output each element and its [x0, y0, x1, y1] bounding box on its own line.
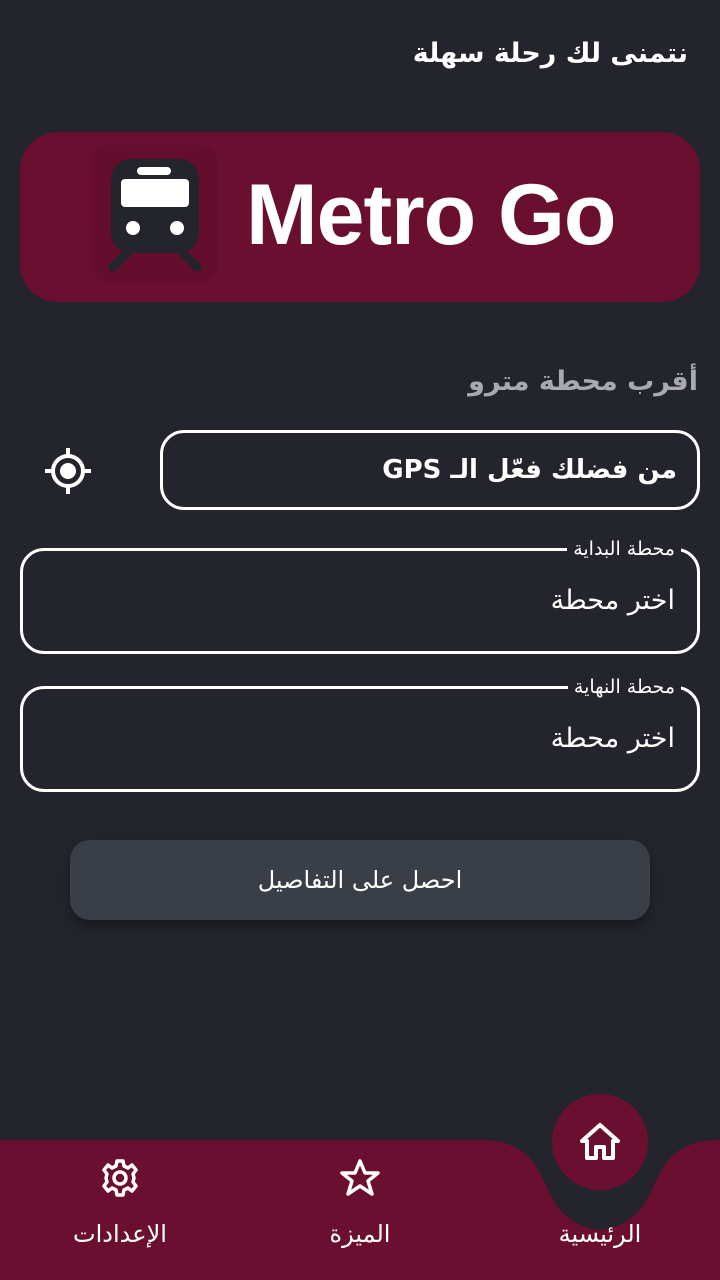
- greeting-text: نتمنى لك رحلة سهلة: [412, 38, 688, 69]
- nav-settings[interactable]: الإعدادات: [20, 1130, 220, 1270]
- start-station-legend: محطة البداية: [567, 537, 681, 561]
- train-icon: [91, 145, 218, 282]
- nav-settings-label: الإعدادات: [73, 1220, 167, 1248]
- gps-locate-icon[interactable]: [44, 447, 92, 495]
- gps-prompt-text: من فضلك فعّل الـ GPS: [382, 455, 677, 485]
- gear-icon: [102, 1159, 138, 1197]
- nav-favorite[interactable]: الميزة: [260, 1130, 460, 1270]
- nav-home-label: الرئيسية: [558, 1220, 642, 1248]
- end-station-select[interactable]: محطة النهاية اختر محطة: [20, 675, 700, 792]
- nav-favorite-label: الميزة: [329, 1220, 391, 1248]
- end-station-legend: محطة النهاية: [567, 675, 681, 699]
- nearest-station-label: أقرب محطة مترو: [468, 366, 698, 397]
- start-station-select[interactable]: محطة البداية اختر محطة: [20, 537, 700, 654]
- gps-status-field[interactable]: من فضلك فعّل الـ GPS: [160, 430, 700, 510]
- get-details-button[interactable]: احصل على التفاصيل: [70, 840, 650, 920]
- end-station-value: اختر محطة: [550, 723, 675, 754]
- start-station-value: اختر محطة: [550, 585, 675, 616]
- app-brand-title: Metro Go: [246, 167, 616, 263]
- star-icon: [340, 1159, 380, 1196]
- brand-banner: Metro Go: [20, 132, 700, 302]
- nav-home[interactable]: الرئيسية: [500, 1130, 700, 1270]
